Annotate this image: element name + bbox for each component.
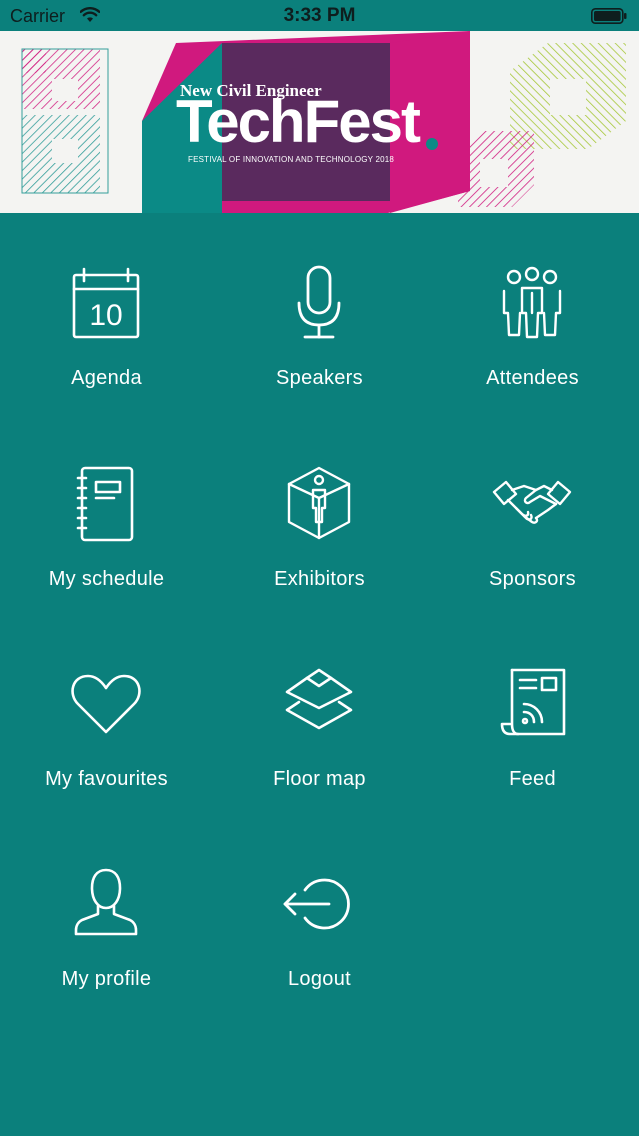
menu-label-my-schedule: My schedule [48, 568, 165, 590]
svg-text:10: 10 [89, 299, 122, 332]
banner-logo-dot [426, 138, 438, 150]
logout-icon [279, 864, 359, 944]
menu-item-my-profile[interactable]: My profile [0, 814, 213, 1014]
menu-item-exhibitors[interactable]: Exhibitors [213, 414, 426, 614]
menu-label-feed: Feed [509, 768, 556, 790]
notebook-icon [66, 464, 146, 544]
main-menu-grid: 10 Agenda Speakers Attendees My schedule… [0, 213, 639, 1136]
banner-subtitle: FESTIVAL OF INNOVATION AND TECHNOLOGY 20… [188, 155, 395, 164]
menu-label-speakers: Speakers [276, 367, 363, 389]
news-feed-icon [492, 664, 572, 744]
menu-item-speakers[interactable]: Speakers [213, 213, 426, 413]
menu-item-floor-map[interactable]: Floor map [213, 614, 426, 814]
menu-item-my-schedule[interactable]: My schedule [0, 414, 213, 614]
menu-label-exhibitors: Exhibitors [274, 568, 365, 590]
banner-title: TechFest [176, 88, 421, 155]
menu-label-sponsors: Sponsors [489, 568, 576, 590]
status-time: 3:33 PM [283, 5, 356, 26]
menu-item-my-favourites[interactable]: My favourites [0, 614, 213, 814]
calendar-icon: 10 [66, 263, 146, 343]
status-bar: Carrier 3:33 PM [0, 0, 639, 31]
people-group-icon [492, 263, 572, 343]
menu-label-my-profile: My profile [61, 968, 152, 990]
left-decoration [21, 48, 109, 194]
menu-item-logout[interactable]: Logout [213, 814, 426, 1014]
menu-label-floor-map: Floor map [273, 768, 366, 790]
menu-label-logout: Logout [288, 968, 351, 990]
menu-label-my-favourites: My favourites [45, 768, 168, 790]
event-banner: New Civil Engineer TechFest FESTIVAL OF … [0, 31, 639, 213]
menu-item-sponsors[interactable]: Sponsors [426, 414, 639, 614]
exhibitor-hexagon-icon [279, 464, 359, 544]
menu-item-attendees[interactable]: Attendees [426, 213, 639, 413]
right-decoration [458, 43, 626, 207]
layers-map-icon [279, 664, 359, 744]
microphone-icon [279, 263, 359, 343]
handshake-icon [492, 464, 572, 544]
menu-label-agenda: Agenda [71, 367, 142, 389]
heart-icon [66, 664, 146, 744]
user-profile-icon [66, 864, 146, 944]
menu-item-feed[interactable]: Feed [426, 614, 639, 814]
menu-item-agenda[interactable]: 10 Agenda [0, 213, 213, 413]
battery-icon [591, 8, 627, 24]
menu-label-attendees: Attendees [486, 367, 579, 389]
